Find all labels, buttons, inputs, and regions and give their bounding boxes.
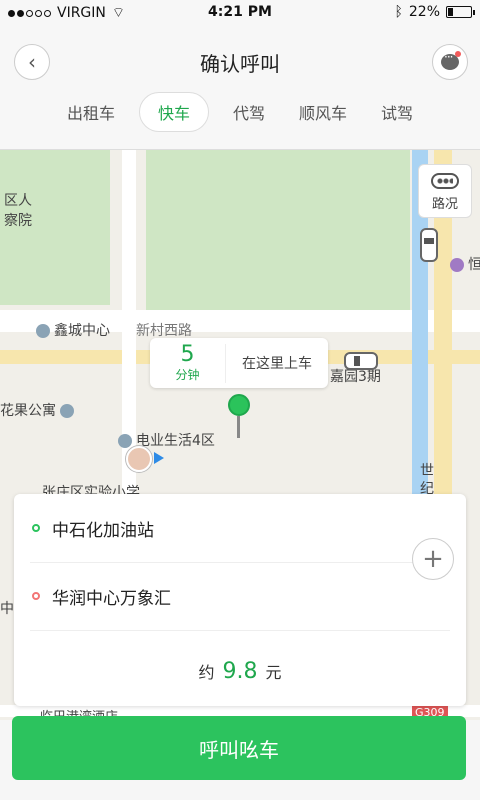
car-icon (344, 352, 378, 370)
tab-taxi[interactable]: 出租车 (57, 92, 125, 132)
map-label: 察院 (4, 213, 32, 229)
location-pin-icon[interactable] (228, 394, 250, 438)
divider (30, 630, 450, 631)
map-park-area (146, 150, 410, 310)
destination-dot-icon (32, 592, 40, 600)
poi-icon (60, 404, 74, 418)
map-label: 恒 (450, 254, 480, 274)
add-stop-button[interactable]: + (412, 538, 454, 580)
plus-icon: + (422, 544, 444, 574)
pickup-bubble[interactable]: 5 分钟 在这里上车 (150, 338, 328, 388)
price-unit: 元 (265, 663, 282, 682)
call-car-button[interactable]: 呼叫吆车 (12, 716, 466, 780)
tab-chauffeur[interactable]: 代驾 (223, 92, 275, 132)
destination-row[interactable]: 华润中心万象汇 (14, 562, 394, 630)
shop-icon (450, 258, 464, 272)
map-label: 区人 (4, 193, 32, 209)
map-label: 鑫城中心 (36, 320, 110, 340)
status-bar: VIRGIN ⌔ 4:21 PM ᛒ 22% (0, 0, 480, 26)
car-icon (420, 228, 438, 262)
message-button[interactable] (432, 44, 468, 80)
price-estimate: 约 9.8 元 (14, 636, 466, 706)
pickup-dot-icon (32, 524, 40, 532)
tab-express[interactable]: 快车 (138, 92, 209, 132)
map-label: 花果公寓 (0, 400, 78, 420)
trip-card: 中石化加油站 华润中心万象汇 + 约 9.8 元 (14, 494, 466, 706)
battery-icon (446, 6, 475, 18)
map-label: 新村西路 (136, 323, 192, 339)
bluetooth-icon: ᛒ (394, 4, 403, 20)
header: ‹ 确认呼叫 出租车 快车 代驾 顺风车 试驾 (0, 26, 480, 150)
pickup-hint: 在这里上车 (242, 356, 312, 372)
home-icon (118, 434, 132, 448)
tab-test-drive[interactable]: 试驾 (371, 92, 423, 132)
eta-minutes: 5 分钟 (150, 341, 226, 383)
notification-dot (455, 51, 461, 57)
tab-carpool[interactable]: 顺风车 (289, 92, 357, 132)
price-value: 9.8 (222, 658, 258, 684)
eta-value: 5 (180, 341, 195, 367)
direction-arrow-icon (154, 452, 164, 464)
user-avatar (126, 446, 152, 472)
poi-icon (36, 324, 50, 338)
destination-location: 华润中心万象汇 (52, 588, 171, 609)
page-title: 确认呼叫 (200, 52, 280, 76)
price-prefix: 约 (198, 663, 215, 682)
pickup-row[interactable]: 中石化加油站 (14, 494, 394, 562)
traffic-button[interactable]: 路况 (418, 164, 472, 218)
traffic-label: 路况 (431, 197, 458, 212)
battery-percent: 22% (408, 4, 440, 20)
traffic-icon (431, 173, 459, 189)
service-tabs: 出租车 快车 代驾 顺风车 试驾 (0, 92, 480, 132)
map-label: 世 (420, 463, 434, 479)
eta-unit: 分钟 (175, 367, 200, 382)
pickup-location: 中石化加油站 (52, 520, 154, 541)
